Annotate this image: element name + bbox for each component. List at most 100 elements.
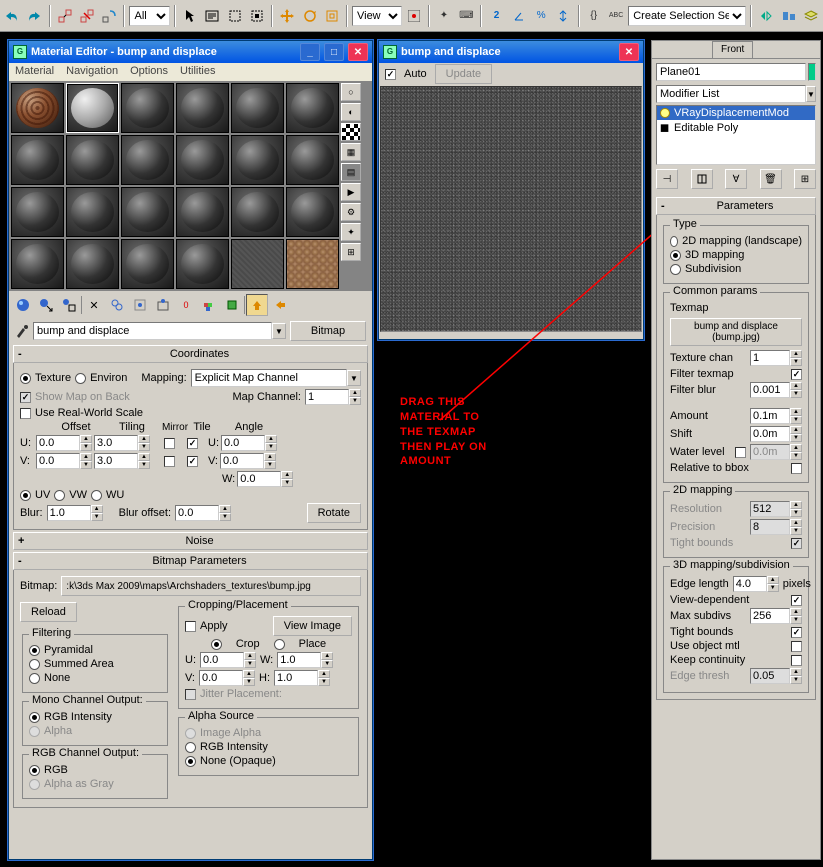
view-dependent-check[interactable] <box>791 595 802 606</box>
put-to-scene-icon[interactable] <box>35 294 57 316</box>
sample-slot-selected[interactable] <box>66 83 119 133</box>
menu-material[interactable]: Material <box>15 65 54 79</box>
mono-rgb-radio[interactable] <box>29 712 40 723</box>
type-3d-radio[interactable] <box>670 250 681 261</box>
mat-id-icon[interactable]: 0 <box>175 294 197 316</box>
menu-options[interactable]: Options <box>130 65 168 79</box>
crop-radio[interactable] <box>211 639 222 650</box>
texmap-button[interactable]: bump and displace (bump.jpg) <box>670 318 802 346</box>
menu-utilities[interactable]: Utilities <box>180 65 215 79</box>
snap-spinner-icon[interactable] <box>553 5 573 27</box>
reload-button[interactable]: Reload <box>20 602 77 622</box>
put-to-lib-icon[interactable] <box>152 294 174 316</box>
unlink-icon[interactable] <box>77 5 97 27</box>
sample-slot[interactable] <box>286 83 339 133</box>
preview-icon[interactable]: ▶ <box>341 183 361 201</box>
mirror-u-check[interactable] <box>164 438 175 449</box>
selection-filter-combo[interactable]: All <box>129 6 169 26</box>
keep-continuity-check[interactable] <box>791 655 802 666</box>
viewport-tab-front[interactable]: Front <box>712 41 753 58</box>
show-end-icon[interactable] <box>691 169 713 189</box>
select-rect-icon[interactable] <box>225 5 245 27</box>
filter-texmap-check[interactable] <box>791 369 802 380</box>
object-color-swatch[interactable] <box>808 63 816 81</box>
water-level-check[interactable] <box>735 447 746 458</box>
amount-input[interactable] <box>750 408 790 424</box>
shift-input[interactable] <box>750 426 790 442</box>
snap-angle-icon[interactable] <box>509 5 529 27</box>
crop-u-input[interactable] <box>200 652 244 668</box>
vw-radio[interactable] <box>54 490 65 501</box>
crop-w-input[interactable] <box>277 652 321 668</box>
tight-bounds-3d-check[interactable] <box>791 627 802 638</box>
filter-pyramidal-radio[interactable] <box>29 645 40 656</box>
show-in-vp-icon[interactable] <box>198 294 220 316</box>
reset-map-icon[interactable]: ✕ <box>83 294 105 316</box>
filter-summed-radio[interactable] <box>29 659 40 670</box>
real-world-check[interactable] <box>20 408 31 419</box>
filter-none-radio[interactable] <box>29 673 40 684</box>
material-name-input[interactable] <box>33 322 272 340</box>
map-preview-viewport[interactable] <box>380 86 642 332</box>
preview-close-button[interactable]: ✕ <box>619 43 639 61</box>
sample-slot[interactable] <box>286 187 339 237</box>
mapping-combo[interactable] <box>191 369 347 387</box>
backlight-icon[interactable]: ◐ <box>341 103 361 121</box>
get-material-icon[interactable] <box>12 294 34 316</box>
options-icon[interactable]: ⚙ <box>341 203 361 221</box>
edit-named-sel-icon[interactable]: {} <box>584 5 604 27</box>
sample-slot[interactable] <box>121 83 174 133</box>
sample-slot[interactable] <box>66 239 119 289</box>
stack-item-vray-displacement[interactable]: VRayDisplacementMod <box>657 106 815 120</box>
named-sel-icon[interactable]: ABC <box>606 5 626 27</box>
redo-icon[interactable] <box>24 5 44 27</box>
scale-icon[interactable] <box>322 5 342 27</box>
make-unique-icon[interactable] <box>129 294 151 316</box>
select-arrow-icon[interactable] <box>180 5 200 27</box>
manipulate-icon[interactable]: ✦ <box>434 5 454 27</box>
tiling-v-input[interactable] <box>94 453 138 469</box>
max-subdivs-input[interactable] <box>750 608 790 624</box>
preview-titlebar[interactable]: G bump and displace ✕ <box>379 41 643 63</box>
environ-radio[interactable] <box>75 373 86 384</box>
sample-slot[interactable] <box>176 187 229 237</box>
relative-bbox-check[interactable] <box>791 463 802 474</box>
sample-slot[interactable] <box>231 135 284 185</box>
close-button[interactable]: ✕ <box>348 43 368 61</box>
sample-slot[interactable] <box>11 135 64 185</box>
bulb-icon[interactable] <box>660 108 670 118</box>
sample-slot[interactable] <box>66 187 119 237</box>
texture-radio[interactable] <box>20 373 31 384</box>
align-icon[interactable] <box>779 5 799 27</box>
bind-icon[interactable] <box>99 5 119 27</box>
keyboard-icon[interactable]: ⌨ <box>456 5 476 27</box>
maximize-button[interactable]: □ <box>324 43 344 61</box>
bitmap-params-rollout-header[interactable]: -Bitmap Parameters <box>13 552 368 570</box>
background-icon[interactable] <box>341 123 361 141</box>
crop-v-input[interactable] <box>199 670 243 686</box>
sample-slot[interactable] <box>11 187 64 237</box>
filter-blur-input[interactable] <box>750 382 790 398</box>
sample-slot[interactable] <box>286 239 339 289</box>
ref-coord-combo[interactable]: View <box>352 6 402 26</box>
rgb-out-rgb-radio[interactable] <box>29 765 40 776</box>
go-sibling-icon[interactable] <box>269 294 291 316</box>
material-type-button[interactable]: Bitmap <box>290 321 366 341</box>
sample-slot[interactable] <box>66 135 119 185</box>
configure-sets-icon[interactable]: ⊞ <box>794 169 816 189</box>
remove-mod-icon[interactable]: 🗑 <box>760 169 782 189</box>
crop-h-input[interactable] <box>274 670 318 686</box>
uv-radio[interactable] <box>20 490 31 501</box>
select-name-icon[interactable] <box>202 5 222 27</box>
select-window-icon[interactable] <box>247 5 267 27</box>
snap-percent-icon[interactable]: % <box>531 5 551 27</box>
edge-length-input[interactable] <box>733 576 767 592</box>
angle-u-input[interactable] <box>221 435 265 451</box>
auto-check[interactable] <box>385 69 396 80</box>
snap-2d-icon[interactable]: 2 <box>486 5 506 27</box>
material-name-dropdown[interactable]: ▼ <box>272 323 286 339</box>
sample-slot[interactable] <box>121 239 174 289</box>
go-parent-icon[interactable] <box>246 294 268 316</box>
tile-u-check[interactable] <box>187 438 198 449</box>
use-object-mtl-check[interactable] <box>791 641 802 652</box>
